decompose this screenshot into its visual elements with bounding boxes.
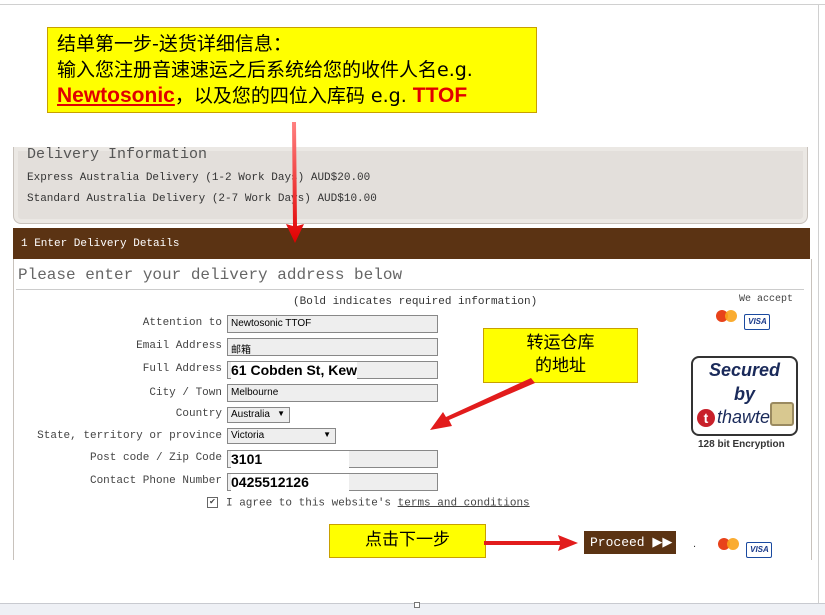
resize-handle[interactable] — [414, 602, 420, 608]
annotation-arrows — [286, 122, 578, 551]
window-bottom-bar — [0, 603, 825, 615]
arrow-right-icon — [484, 535, 578, 551]
arrow-down-icon — [286, 122, 304, 243]
arrow-left-icon — [430, 378, 535, 430]
